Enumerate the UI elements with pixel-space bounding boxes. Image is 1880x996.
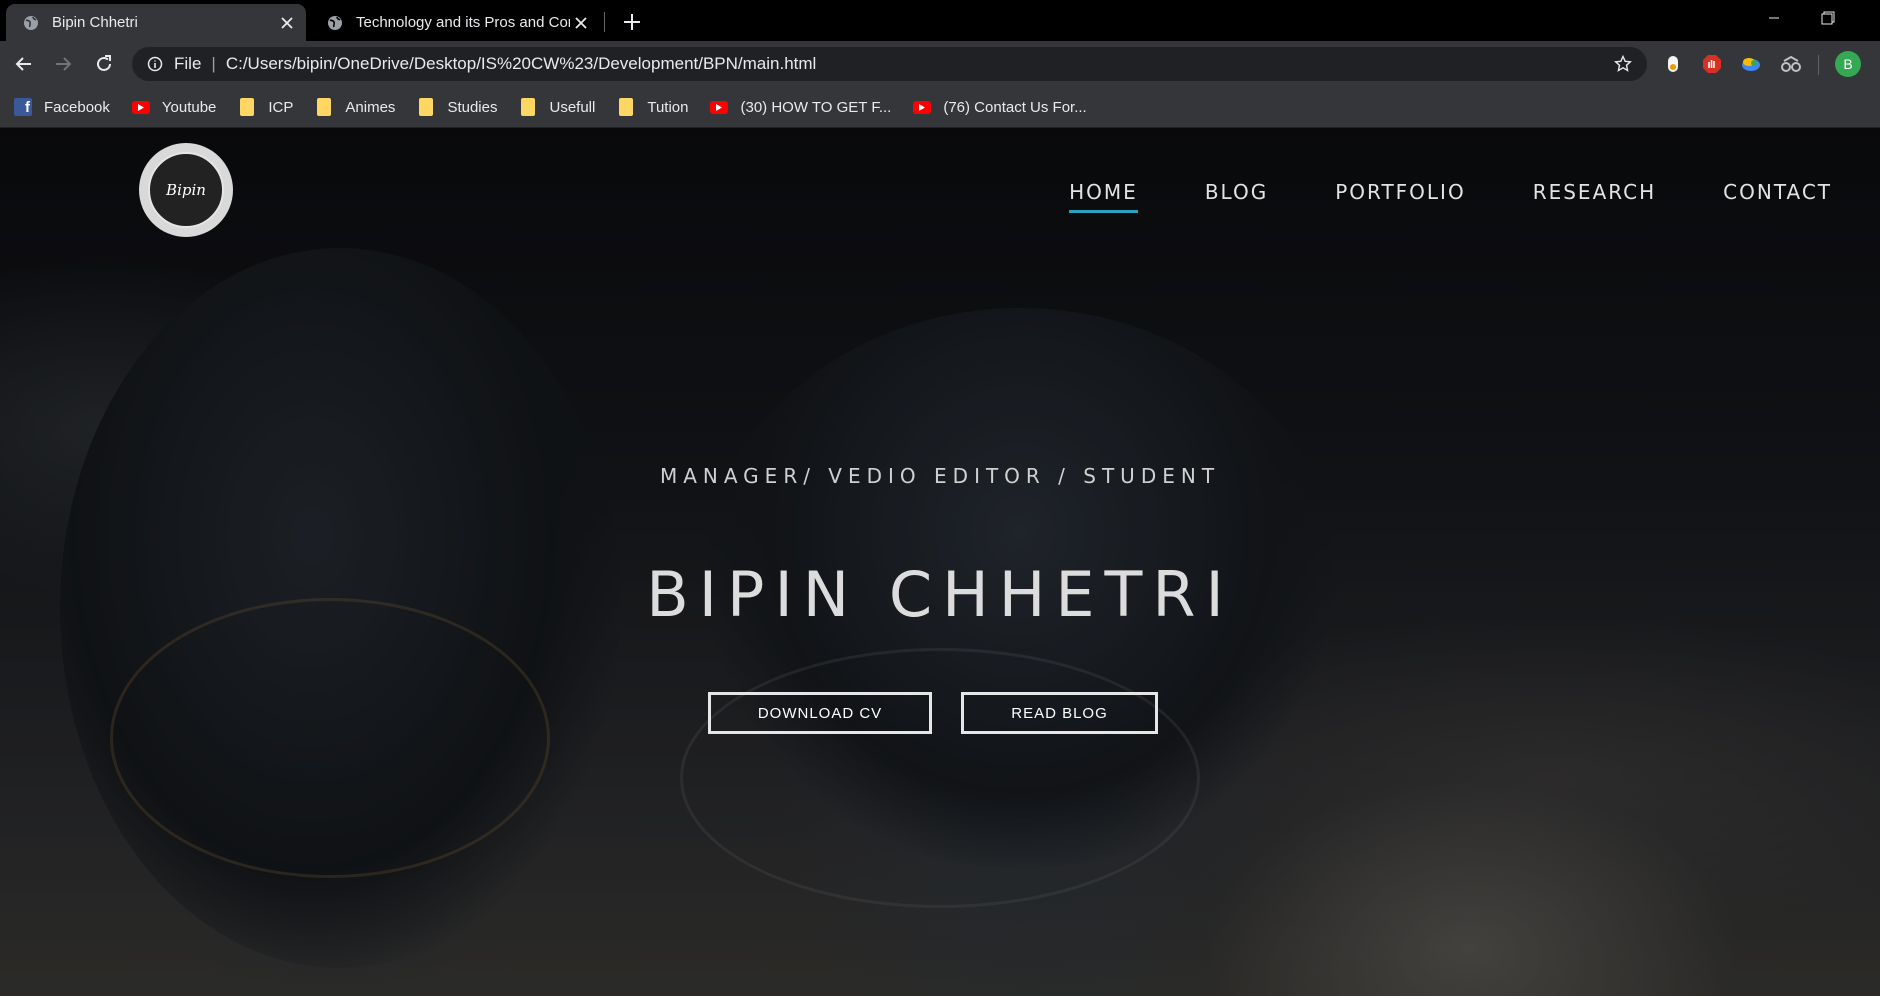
folder-icon: [315, 98, 333, 116]
close-tab-icon[interactable]: [570, 12, 592, 34]
extension-icon-1[interactable]: [1661, 52, 1685, 76]
new-tab-button[interactable]: [619, 9, 645, 35]
main-nav: HOME BLOG PORTFOLIO RESEARCH CONTACT: [1002, 180, 1832, 213]
forward-button[interactable]: [49, 50, 77, 78]
tab-title: Bipin Chhetri: [52, 14, 138, 31]
tab-divider: [604, 12, 605, 32]
restore-icon: [1821, 11, 1835, 25]
bookmark-youtube-video-1[interactable]: (30) HOW TO GET F...: [710, 98, 891, 116]
plus-icon: [624, 14, 640, 30]
adblock-icon[interactable]: [1700, 52, 1724, 76]
profile-avatar[interactable]: B: [1835, 51, 1861, 77]
back-arrow-icon: [15, 57, 31, 71]
bookmarks-bar: f Facebook Youtube ICP Animes Studies Us…: [0, 87, 1880, 128]
bookmark-star-icon[interactable]: [1609, 50, 1637, 78]
tab-strip: Bipin Chhetri Technology and its Pros an…: [0, 0, 1880, 41]
read-blog-button[interactable]: READ BLOG: [961, 692, 1158, 734]
youtube-icon: [710, 98, 729, 116]
youtube-icon: [913, 98, 932, 116]
bookmark-label: (76) Contact Us For...: [943, 98, 1087, 116]
nav-home[interactable]: HOME: [1069, 180, 1138, 213]
back-button[interactable]: [10, 50, 38, 78]
nav-portfolio[interactable]: PORTFOLIO: [1335, 180, 1466, 210]
url-divider: |: [211, 54, 216, 73]
bookmark-label: (30) HOW TO GET F...: [740, 98, 892, 116]
info-icon[interactable]: [146, 55, 164, 73]
hero-title: BIPIN CHHETRI: [646, 558, 1234, 631]
minimize-icon: [1769, 17, 1779, 19]
hero-subtitle: MANAGER/ VEDIO EDITOR / STUDENT: [659, 464, 1221, 488]
bookmark-folder-tution[interactable]: Tution: [617, 98, 688, 116]
bookmark-folder-usefull[interactable]: Usefull: [519, 98, 595, 116]
tab-title: Technology and its Pros and Cons: [356, 14, 570, 31]
bookmark-label: ICP: [268, 98, 294, 116]
extension-icon-4[interactable]: [1779, 52, 1803, 76]
restore-button[interactable]: [1806, 0, 1850, 36]
browser-toolbar: File | C:/Users/bipin/OneDrive/Desktop/I…: [0, 41, 1880, 87]
bookmark-label: Animes: [345, 98, 396, 116]
bookmark-label: Youtube: [161, 98, 217, 116]
bookmark-label: Usefull: [549, 98, 596, 116]
extension-icon-3[interactable]: [1739, 52, 1763, 76]
bookmark-label: Facebook: [44, 98, 110, 116]
nav-blog[interactable]: BLOG: [1205, 180, 1268, 210]
logo-badge: Bipin: [148, 152, 224, 228]
url-text[interactable]: C:/Users/bipin/OneDrive/Desktop/IS%20CW%…: [226, 54, 1609, 74]
youtube-icon: [131, 98, 150, 116]
minimize-button[interactable]: [1752, 0, 1796, 36]
bookmark-label: Studies: [447, 98, 498, 116]
bookmark-label: Tution: [647, 98, 689, 116]
hero-section: Bipin HOME BLOG PORTFOLIO RESEARCH CONTA…: [0, 128, 1880, 996]
folder-icon: [617, 98, 635, 116]
bookmark-youtube[interactable]: Youtube: [131, 98, 217, 116]
folder-icon: [238, 98, 256, 116]
bookmark-youtube-video-2[interactable]: (76) Contact Us For...: [913, 98, 1087, 116]
folder-icon: [417, 98, 435, 116]
bookmark-facebook[interactable]: f Facebook: [14, 98, 110, 116]
nav-research[interactable]: RESEARCH: [1533, 180, 1656, 210]
bookmark-folder-icp[interactable]: ICP: [238, 98, 293, 116]
facebook-icon: f: [14, 98, 32, 116]
address-bar[interactable]: File | C:/Users/bipin/OneDrive/Desktop/I…: [132, 47, 1647, 81]
tab-bipin-chhetri[interactable]: Bipin Chhetri: [6, 4, 306, 41]
globe-icon: [22, 14, 40, 32]
forward-arrow-icon: [56, 57, 72, 71]
download-cv-button[interactable]: DOWNLOAD CV: [708, 692, 932, 734]
url-scheme: File: [174, 54, 202, 73]
bookmark-folder-studies[interactable]: Studies: [417, 98, 497, 116]
toolbar-divider: [1818, 55, 1819, 75]
site-logo[interactable]: Bipin: [139, 143, 233, 237]
reload-button[interactable]: [90, 50, 118, 78]
tab-technology[interactable]: Technology and its Pros and Cons: [310, 4, 600, 41]
reload-icon: [97, 55, 111, 71]
close-tab-icon[interactable]: [276, 12, 298, 34]
globe-icon: [326, 14, 344, 32]
bookmark-folder-animes[interactable]: Animes: [315, 98, 395, 116]
nav-contact[interactable]: CONTACT: [1723, 180, 1832, 210]
folder-icon: [519, 98, 537, 116]
